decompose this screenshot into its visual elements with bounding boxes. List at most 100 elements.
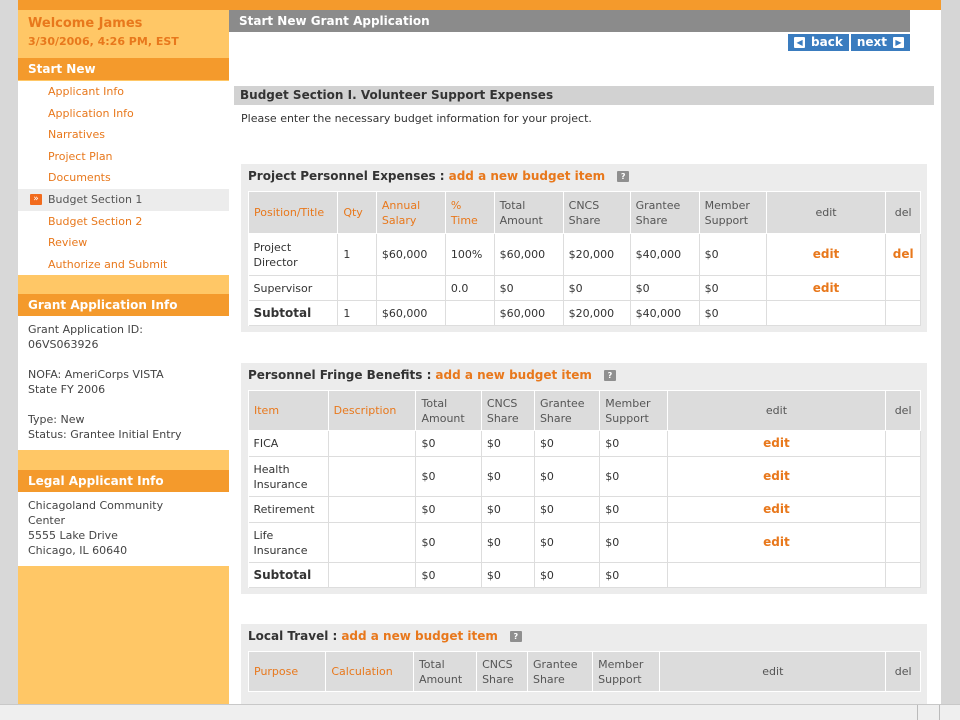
personnel-col-header[interactable]: Total Amount [493, 191, 564, 234]
help-icon[interactable]: ? [617, 170, 630, 182]
travel-col-header[interactable]: Grantee Share [526, 651, 594, 692]
sidebar-item-label: Application Info [48, 106, 134, 120]
fringe-add-link[interactable]: add a new budget item [435, 363, 592, 387]
sidebar-item-label: Applicant Info [48, 85, 124, 98]
fringe-col-header[interactable]: Description [327, 390, 417, 431]
top-accent-bar [18, 0, 942, 10]
delete-link[interactable]: del [893, 247, 914, 261]
sidebar-item-narratives[interactable]: Narratives [18, 124, 229, 146]
table-cell: Project Director [248, 233, 339, 276]
fringe-col-header[interactable]: edit [666, 390, 887, 431]
sidebar-item-label: Project Plan [48, 149, 113, 163]
travel-col-header[interactable]: edit [659, 651, 887, 692]
edit-link[interactable]: edit [763, 535, 790, 549]
personnel-col-header[interactable]: Grantee Share [629, 191, 700, 234]
edit-link[interactable]: edit [763, 436, 790, 450]
travel-col-header[interactable]: del [885, 651, 921, 692]
del-cell [885, 275, 921, 301]
travel-col-header[interactable]: Member Support [592, 651, 661, 692]
sidebar-item-budget-section-2[interactable]: Budget Section 2 [18, 211, 229, 233]
subtotal-cell [445, 300, 495, 326]
table-cell: $60,000 [376, 233, 446, 276]
fringe-title: Personnel Fringe Benefits : [248, 368, 432, 382]
grant-info-header: Grant Application Info [18, 294, 229, 316]
table-cell: $0 [630, 275, 700, 301]
table-row: Health Insurance $0 $0 $0 $0 edit [248, 456, 921, 497]
fringe-col-header[interactable]: Grantee Share [533, 390, 601, 431]
table-cell [328, 456, 417, 497]
table-row: Project Director 1 $60,000 100% $60,000 $20,0… [248, 233, 921, 276]
sidebar-item-label: Authorize and Submit [48, 257, 168, 271]
personnel-col-header[interactable]: Qty [337, 191, 377, 234]
next-button[interactable]: next ▶ [850, 34, 910, 51]
table-cell: $40,000 [630, 233, 700, 276]
table-cell: 0.0 [445, 275, 495, 301]
subtotal-cell: 1 [337, 300, 377, 326]
table-cell: $0 [481, 522, 535, 563]
help-icon[interactable]: ? [603, 369, 616, 381]
sidebar-item-applicant-info[interactable]: Applicant Info [18, 81, 229, 103]
edit-link[interactable]: edit [763, 469, 790, 483]
sidebar-item-documents[interactable]: Documents [18, 167, 229, 189]
main-content: Start New Grant Application ◀ back next … [229, 10, 941, 704]
personnel-col-header[interactable]: edit [765, 191, 887, 234]
table-cell: Retirement [248, 496, 329, 523]
section-title: Budget Section I. Volunteer Support Expe… [234, 86, 934, 105]
current-step-arrow-icon: » [30, 193, 42, 205]
edit-link[interactable]: edit [763, 502, 790, 516]
personnel-col-header[interactable]: del [885, 191, 921, 234]
page-title: Start New Grant Application [229, 10, 910, 32]
status-text: Status: Grantee Initial Entry [28, 428, 182, 441]
fringe-col-header[interactable]: CNCS Share [480, 390, 535, 431]
sidebar-item-project-plan[interactable]: Project Plan [18, 146, 229, 168]
subtotal-cell: $40,000 [630, 300, 700, 326]
fringe-col-header[interactable]: Total Amount [415, 390, 482, 431]
table-cell: $0 [481, 430, 535, 457]
table-cell: $0 [699, 275, 767, 301]
subtotal-cell: $0 [599, 562, 668, 588]
edit-link[interactable]: edit [813, 247, 840, 261]
table-cell: 1 [337, 233, 377, 276]
table-cell [376, 275, 446, 301]
legal-info-box: Chicagoland Community Center 5555 Lake D… [18, 492, 229, 566]
sidebar-item-review[interactable]: Review [18, 232, 229, 254]
travel-table: Purpose Calculation Total Amount CNCS Share… [247, 651, 921, 692]
sidebar-item-authorize-and-submit[interactable]: Authorize and Submit [18, 254, 229, 276]
personnel-col-header[interactable]: CNCS Share [562, 191, 631, 234]
del-cell [885, 430, 921, 457]
personnel-col-header[interactable]: Position/Title [247, 191, 339, 234]
subtotal-cell: $0 [699, 300, 767, 326]
grant-id-label: Grant Application ID: [28, 323, 143, 336]
start-new-header[interactable]: Start New [18, 58, 229, 80]
travel-panel: Local Travel : add a new budget item ? P… [241, 624, 927, 704]
table-cell: $0 [534, 456, 601, 497]
sidebar-item-label: Documents [48, 171, 111, 185]
fringe-col-header[interactable]: del [885, 390, 921, 431]
table-cell: $0 [599, 430, 668, 457]
personnel-add-link[interactable]: add a new budget item [449, 164, 606, 188]
sidebar-item-label: Budget Section 2 [48, 214, 143, 228]
sidebar-item-budget-section-1[interactable]: » Budget Section 1 [18, 188, 229, 211]
personnel-col-header[interactable]: % Time [444, 191, 495, 234]
browser-status-bar [0, 704, 960, 720]
table-cell: $0 [494, 275, 564, 301]
personnel-col-header[interactable]: Annual Salary [375, 191, 446, 234]
sidebar-item-application-info[interactable]: Application Info [18, 103, 229, 125]
back-button[interactable]: ◀ back [788, 34, 849, 51]
sidebar: Welcome James 3/30/2006, 4:26 PM, EST St… [18, 10, 229, 704]
help-icon[interactable]: ? [509, 630, 522, 642]
subtotal-row: Subtotal 1 $60,000 $60,000 $20,000 $40,000 $0 [248, 300, 921, 326]
travel-col-header[interactable]: CNCS Share [476, 651, 528, 692]
fringe-col-header[interactable]: Item [248, 390, 329, 431]
personnel-col-header[interactable]: Member Support [698, 191, 767, 234]
fringe-col-header[interactable]: Member Support [599, 390, 668, 431]
edit-link[interactable]: edit [813, 281, 840, 295]
table-row: Supervisor 0.0 $0 $0 $0 $0 edit [248, 275, 921, 301]
table-cell [328, 430, 417, 457]
travel-add-link[interactable]: add a new budget item [341, 624, 498, 648]
travel-col-header[interactable]: Calculation [325, 651, 414, 692]
subtotal-cell: Subtotal [248, 562, 329, 588]
travel-col-header[interactable]: Purpose [247, 651, 327, 692]
travel-col-header[interactable]: Total Amount [412, 651, 478, 692]
sidebar-nav: Applicant Info Application Info Narratives… [18, 81, 229, 275]
